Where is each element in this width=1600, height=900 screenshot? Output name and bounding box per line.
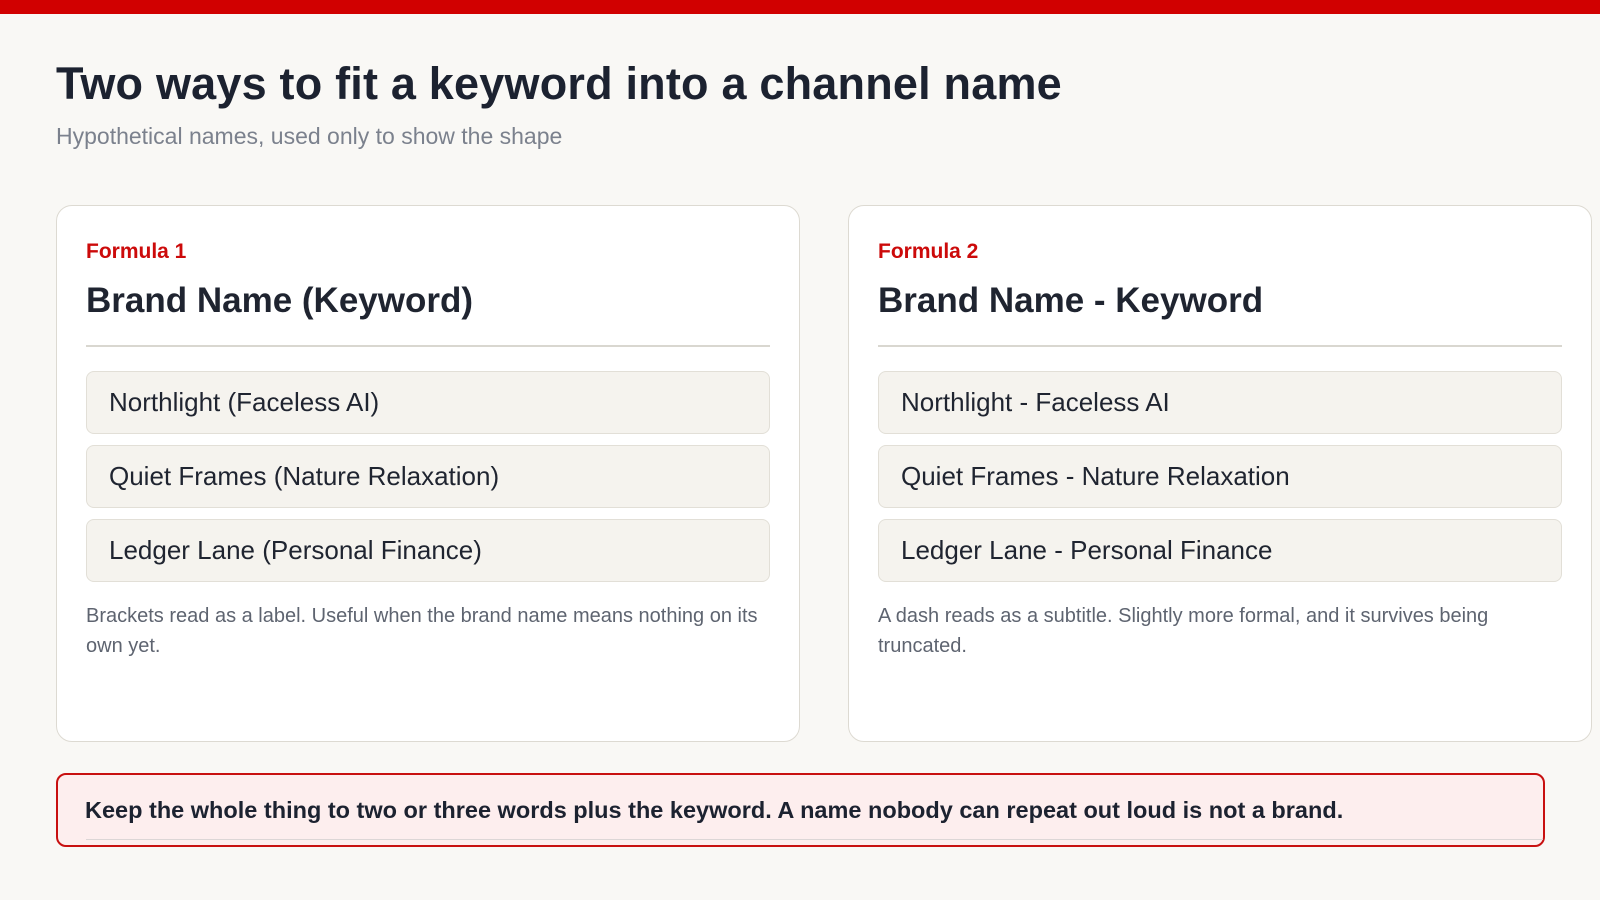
divider: [86, 345, 770, 347]
formula-label: Formula 2: [878, 240, 979, 263]
formula-card-1: Formula 1 Brand Name (Keyword) Northligh…: [56, 205, 800, 742]
divider: [878, 345, 1562, 347]
page-subtitle: Hypothetical names, used only to show th…: [56, 123, 563, 149]
example-list: Northlight (Faceless AI) Quiet Frames (N…: [86, 371, 770, 582]
top-accent-bar: [0, 0, 1600, 14]
example-name: Ledger Lane - Personal Finance: [878, 519, 1562, 582]
formula-label: Formula 1: [86, 240, 187, 263]
example-name: Northlight (Faceless AI): [86, 371, 770, 434]
formula-pattern: Brand Name (Keyword): [86, 281, 474, 320]
tip-callout: Keep the whole thing to two or three wor…: [56, 773, 1545, 847]
example-name: Quiet Frames - Nature Relaxation: [878, 445, 1562, 508]
example-name: Quiet Frames (Nature Relaxation): [86, 445, 770, 508]
example-name: Ledger Lane (Personal Finance): [86, 519, 770, 582]
page-title: Two ways to fit a keyword into a channel…: [56, 58, 1062, 109]
example-list: Northlight - Faceless AI Quiet Frames - …: [878, 371, 1562, 582]
example-name: Northlight - Faceless AI: [878, 371, 1562, 434]
callout-text: Keep the whole thing to two or three wor…: [85, 796, 1344, 823]
formula-note: A dash reads as a subtitle. Slightly mor…: [878, 605, 1489, 657]
formula-note: Brackets read as a label. Useful when th…: [86, 605, 758, 657]
formula-card-2: Formula 2 Brand Name - Keyword Northligh…: [848, 205, 1592, 742]
formula-pattern: Brand Name - Keyword: [878, 281, 1264, 320]
